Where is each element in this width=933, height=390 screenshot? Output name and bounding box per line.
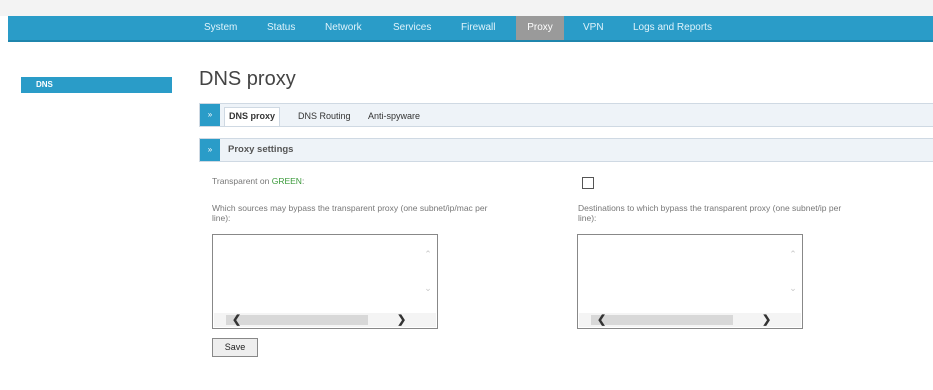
save-button[interactable]: Save [212, 338, 258, 357]
chevron-up-icon[interactable]: ⌃ [423, 249, 433, 260]
main-nav-bar: System Status Network Services Firewall … [8, 16, 933, 42]
destinations-bypass-textarea[interactable]: ⌃ ⌄ ❮ ❯ [577, 234, 803, 329]
nav-item-proxy[interactable]: Proxy [516, 16, 564, 40]
chevron-right-icon[interactable]: ❯ [762, 313, 771, 327]
chevron-left-icon[interactable]: ❮ [597, 313, 606, 327]
scrollbar-thumb[interactable] [226, 315, 368, 325]
tab-dns-proxy[interactable]: DNS proxy [224, 107, 281, 126]
tab-anti-spyware[interactable]: Anti-spyware [364, 108, 424, 124]
page-title: DNS proxy [199, 68, 296, 90]
nav-item-status[interactable]: Status [267, 16, 295, 40]
transparent-label-prefix: Transparent on [212, 176, 272, 186]
transparent-green-checkbox[interactable] [582, 177, 594, 189]
transparent-green-label: Transparent on GREEN: [212, 176, 304, 186]
nav-item-logs-and-reports[interactable]: Logs and Reports [633, 16, 712, 40]
green-zone-label: GREEN [271, 176, 302, 186]
proxy-settings-header[interactable]: » Proxy settings [199, 138, 933, 162]
transparent-label-suffix: : [301, 176, 305, 186]
tab-bar: » DNS proxy DNS Routing Anti-spyware [199, 103, 933, 127]
nav-item-system[interactable]: System [204, 16, 237, 40]
window-top-strip [0, 0, 933, 16]
chevron-down-icon[interactable]: ⌄ [788, 283, 798, 294]
nav-item-services[interactable]: Services [393, 16, 431, 40]
section-title: Proxy settings [228, 144, 294, 155]
sources-bypass-label: Which sources may bypass the transparent… [212, 203, 487, 223]
nav-item-vpn[interactable]: VPN [583, 16, 604, 40]
nav-item-firewall[interactable]: Firewall [461, 16, 495, 40]
chevron-left-icon[interactable]: ❮ [232, 313, 241, 327]
horizontal-scrollbar[interactable]: ❮ ❯ [214, 313, 436, 327]
destinations-bypass-label: Destinations to which bypass the transpa… [578, 203, 841, 223]
sidebar-item-dns[interactable]: DNS [21, 77, 172, 93]
sources-bypass-textarea[interactable]: ⌃ ⌄ ❮ ❯ [212, 234, 438, 329]
sources-bypass-label-line2: line): [212, 213, 231, 223]
sidebar-item-label: DNS [36, 80, 53, 89]
destinations-bypass-label-line1: Destinations to which bypass the transpa… [578, 203, 842, 213]
chevron-down-icon[interactable]: ⌄ [423, 283, 433, 294]
sources-bypass-label-line1: Which sources may bypass the transparent… [212, 203, 488, 213]
chevron-right-icon[interactable]: ❯ [397, 313, 406, 327]
destinations-bypass-label-line2: line): [578, 213, 597, 223]
tab-dns-routing[interactable]: DNS Routing [294, 108, 355, 124]
tab-bar-arrow-icon[interactable]: » [200, 104, 220, 126]
section-toggle-arrow-icon[interactable]: » [200, 139, 220, 161]
chevron-up-icon[interactable]: ⌃ [788, 249, 798, 260]
horizontal-scrollbar[interactable]: ❮ ❯ [579, 313, 801, 327]
scrollbar-thumb[interactable] [591, 315, 733, 325]
nav-item-network[interactable]: Network [325, 16, 362, 40]
